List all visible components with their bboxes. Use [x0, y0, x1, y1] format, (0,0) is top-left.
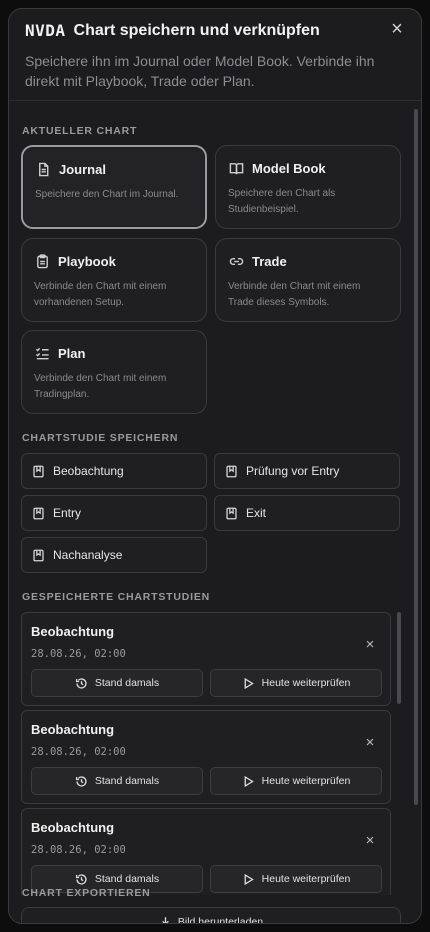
- section-title-chart-study: CHARTSTUDIE SPEICHERN: [22, 432, 179, 444]
- card-title: Playbook: [58, 253, 116, 269]
- download-image-button[interactable]: Bild herunterladen: [21, 907, 401, 924]
- dialog-scroll-area[interactable]: AKTUELLER CHART Journal Speichere den Ch…: [9, 101, 421, 924]
- study-button-exit[interactable]: Exit: [214, 495, 400, 531]
- study-button-entry[interactable]: Entry: [21, 495, 207, 531]
- play-icon: [244, 873, 254, 885]
- card-description: Speichere den Chart im Journal.: [35, 189, 179, 200]
- dialog-subtitle: Speichere ihn im Journal oder Model Book…: [25, 53, 375, 89]
- heute-weiterpruefen-button[interactable]: Heute weiterprüfen: [210, 669, 382, 697]
- saved-study-item: Beobachtung 28.08.26, 02:00 × Stand dama…: [21, 808, 391, 895]
- history-icon: [75, 677, 87, 689]
- save-chart-dialog: NVDA Chart speichern und verknüpfen × Sp…: [8, 8, 422, 924]
- study-button-label: Beobachtung: [53, 464, 124, 478]
- card-title: Journal: [59, 161, 106, 177]
- button-label: Stand damals: [94, 677, 160, 689]
- book-open-icon: [228, 160, 244, 176]
- card-description: Verbinde den Chart mit einem vorhandenen…: [34, 281, 167, 308]
- checklist-icon: [34, 345, 50, 361]
- delete-study-icon[interactable]: ×: [362, 833, 378, 849]
- button-label: Stand damals: [94, 775, 160, 787]
- card-description: Speichere den Chart als Studienbeispiel.: [228, 188, 336, 215]
- delete-study-icon[interactable]: ×: [362, 735, 378, 751]
- section-title-current-chart: AKTUELLER CHART: [22, 125, 138, 137]
- study-title: Beobachtung: [31, 820, 115, 835]
- study-date: 28.08.26, 02:00: [31, 746, 126, 758]
- section-title-saved-studies: GESPEICHERTE CHARTSTUDIEN: [22, 591, 211, 603]
- card-title: Model Book: [252, 160, 326, 176]
- card-title: Trade: [252, 253, 287, 269]
- play-icon: [244, 775, 254, 787]
- card-model-book[interactable]: Model Book Speichere den Chart als Studi…: [215, 145, 401, 229]
- close-icon[interactable]: ×: [387, 19, 407, 39]
- card-description: Verbinde den Chart mit einem Trade diese…: [228, 281, 361, 308]
- saved-list-scrollbar-thumb[interactable]: [397, 612, 401, 704]
- scrollbar-thumb[interactable]: [414, 109, 418, 805]
- study-button-beobachtung[interactable]: Beobachtung: [21, 453, 207, 489]
- dialog-header: NVDA Chart speichern und verknüpfen × Sp…: [9, 9, 421, 101]
- bookmark-book-icon: [33, 465, 44, 477]
- saved-study-item: Beobachtung 28.08.26, 02:00 × Stand dama…: [21, 612, 391, 706]
- bookmark-book-icon: [33, 549, 44, 561]
- delete-study-icon[interactable]: ×: [362, 637, 378, 653]
- stand-damals-button[interactable]: Stand damals: [31, 767, 203, 795]
- study-title: Beobachtung: [31, 624, 115, 639]
- link-icon: [228, 253, 244, 269]
- history-icon: [75, 775, 87, 787]
- study-date: 28.08.26, 02:00: [31, 844, 126, 856]
- dialog-title: Chart speichern und verknüpfen: [73, 21, 320, 39]
- download-label: Bild herunterladen: [177, 916, 264, 924]
- saved-study-item: Beobachtung 28.08.26, 02:00 × Stand dama…: [21, 710, 391, 804]
- stand-damals-button[interactable]: Stand damals: [31, 669, 203, 697]
- study-title: Beobachtung: [31, 722, 115, 737]
- ticker-symbol: NVDA: [25, 21, 66, 40]
- heute-weiterpruefen-button[interactable]: Heute weiterprüfen: [210, 767, 382, 795]
- card-title: Plan: [58, 345, 86, 361]
- play-icon: [244, 677, 254, 689]
- button-label: Heute weiterprüfen: [261, 775, 351, 787]
- heute-weiterpruefen-button[interactable]: Heute weiterprüfen: [210, 865, 382, 893]
- saved-studies-list[interactable]: Beobachtung 28.08.26, 02:00 × Stand dama…: [21, 612, 401, 895]
- title-row: NVDA Chart speichern und verknüpfen: [25, 21, 405, 40]
- bookmark-book-icon: [226, 465, 237, 477]
- section-title-export: CHART EXPORTIEREN: [22, 887, 151, 899]
- download-icon: [162, 917, 169, 923]
- document-icon: [35, 161, 51, 177]
- study-date: 28.08.26, 02:00: [31, 648, 126, 660]
- clipboard-icon: [34, 253, 50, 269]
- study-button-nachanalyse[interactable]: Nachanalyse: [21, 537, 207, 573]
- history-icon: [75, 873, 87, 885]
- study-button-label: Prüfung vor Entry: [246, 464, 340, 478]
- study-button-label: Nachanalyse: [53, 548, 123, 562]
- button-label: Stand damals: [94, 873, 160, 885]
- card-description: Verbinde den Chart mit einem Tradingplan…: [34, 373, 167, 400]
- study-button-label: Exit: [246, 506, 267, 520]
- card-journal[interactable]: Journal Speichere den Chart im Journal.: [21, 145, 207, 229]
- card-playbook[interactable]: Playbook Verbinde den Chart mit einem vo…: [21, 238, 207, 322]
- card-plan[interactable]: Plan Verbinde den Chart mit einem Tradin…: [21, 330, 207, 414]
- study-button-label: Entry: [53, 506, 82, 520]
- study-button-pruefung-vor-entry[interactable]: Prüfung vor Entry: [214, 453, 400, 489]
- card-trade[interactable]: Trade Verbinde den Chart mit einem Trade…: [215, 238, 401, 322]
- button-label: Heute weiterprüfen: [261, 677, 351, 689]
- bookmark-book-icon: [33, 507, 44, 519]
- button-label: Heute weiterprüfen: [261, 873, 351, 885]
- bookmark-book-icon: [226, 507, 237, 519]
